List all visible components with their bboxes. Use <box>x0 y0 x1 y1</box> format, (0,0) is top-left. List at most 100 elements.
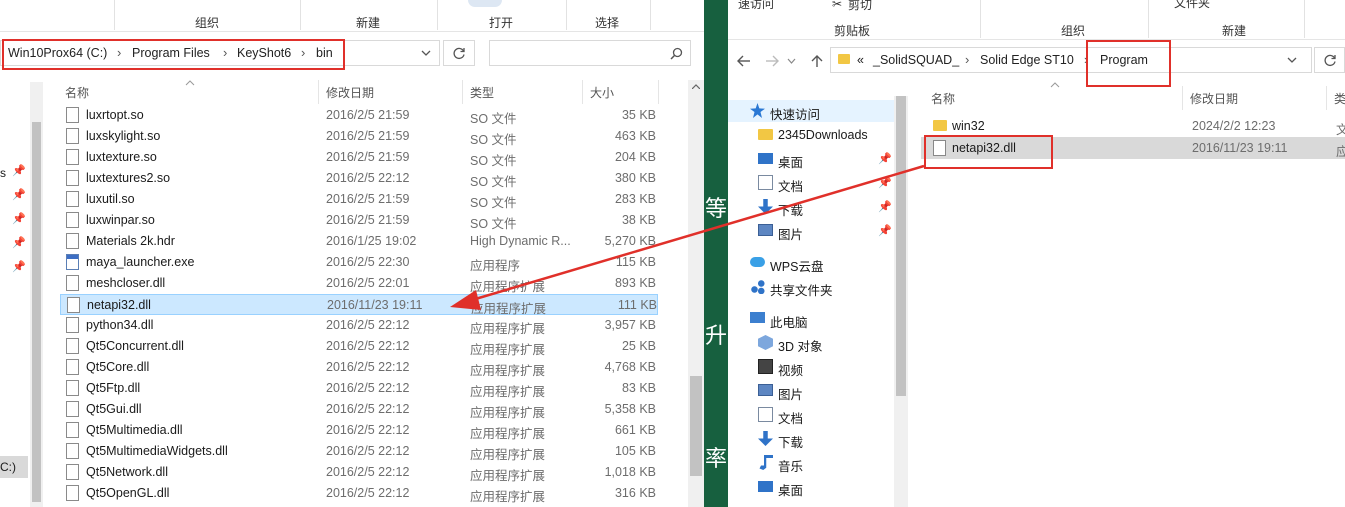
dll-file-icon <box>66 338 79 354</box>
column-size[interactable]: 大小 <box>590 84 614 101</box>
back-arrow-icon[interactable] <box>737 55 751 67</box>
scrollbar-thumb[interactable] <box>690 376 702 476</box>
file-size: 204 KB <box>614 150 656 164</box>
nav-item-drive[interactable]: C:) <box>0 456 28 478</box>
nav-item[interactable]: 文档 📌 <box>728 172 894 194</box>
quick-access-fragment[interactable]: 速访问 <box>738 0 774 12</box>
file-row[interactable]: Materials 2k.hdr 2016/1/25 19:02 High Dyna… <box>60 231 658 252</box>
file-row[interactable]: luxtextures2.so 2016/2/5 22:12 SO 文件 380 KB <box>60 168 658 189</box>
file-row[interactable]: Qt5Network.dll 2016/2/5 22:12 应用程序扩展 1,018 … <box>60 462 658 483</box>
history-dropdown-icon[interactable] <box>787 58 796 64</box>
nav-item[interactable]: 2345Downloads <box>728 124 894 146</box>
scroll-up-icon[interactable] <box>692 84 700 89</box>
ribbon-button-open[interactable]: 打开 <box>489 14 513 31</box>
file-row[interactable]: Qt5Gui.dll 2016/2/5 22:12 应用程序扩展 5,358 KB <box>60 399 658 420</box>
file-list-scrollbar[interactable] <box>688 80 704 507</box>
nav-scrollbar-thumb[interactable] <box>32 122 41 502</box>
pin-icon[interactable]: 📌 <box>878 152 892 165</box>
cut-button[interactable]: 剪切 <box>848 0 872 13</box>
nav-item[interactable]: 桌面 <box>728 476 894 498</box>
file-size: 115 KB <box>615 255 656 269</box>
document-icon <box>758 407 773 422</box>
file-type: 应用程序扩展 <box>470 406 546 420</box>
nav-item-label: 快速访问 <box>770 108 821 122</box>
refresh-button[interactable] <box>1314 47 1345 73</box>
column-divider[interactable] <box>582 80 583 104</box>
nav-item[interactable]: 图片 <box>728 380 894 402</box>
file-row[interactable]: Qt5Core.dll 2016/2/5 22:12 应用程序扩展 4,768 KB <box>60 357 658 378</box>
file-icon <box>66 191 79 207</box>
file-row[interactable]: Qt5MultimediaWidgets.dll 2016/2/5 22:12 应用… <box>60 441 658 462</box>
file-row[interactable]: luxwinpar.so 2016/2/5 21:59 SO 文件 38 KB <box>60 210 658 231</box>
column-name[interactable]: 名称 <box>931 90 955 107</box>
file-row[interactable]: luxskylight.so 2016/2/5 21:59 SO 文件 463 KB <box>60 126 658 147</box>
file-row[interactable]: Qt5OpenGL.dll 2016/2/5 22:12 应用程序扩展 316 KB <box>60 483 658 504</box>
dll-file-icon <box>66 275 79 291</box>
new-folder-fragment[interactable]: 文件夹 <box>1174 0 1210 11</box>
nav-scrollbar[interactable] <box>894 96 908 507</box>
chevron-down-icon[interactable] <box>1287 57 1297 64</box>
file-row[interactable]: maya_launcher.exe 2016/2/5 22:30 应用程序 115 K… <box>60 252 658 273</box>
scissors-icon[interactable]: ✂ <box>832 0 842 11</box>
file-name: Qt5MultimediaWidgets.dll <box>86 444 228 458</box>
pin-icon[interactable]: 📌 <box>12 236 26 249</box>
nav-item-label: 下载 <box>778 204 804 218</box>
nav-item[interactable]: 图片 📌 <box>728 220 894 242</box>
column-date[interactable]: 修改日期 <box>1190 90 1238 107</box>
breadcrumb-solid-edge[interactable]: Solid Edge ST10 <box>980 53 1074 67</box>
refresh-button[interactable] <box>443 40 475 66</box>
file-row[interactable]: Qt5Multimedia.dll 2016/2/5 22:12 应用程序扩展 661… <box>60 420 658 441</box>
column-divider[interactable] <box>318 80 319 104</box>
breadcrumb-overflow[interactable]: « <box>857 53 864 67</box>
nav-item[interactable]: WPS云盘 <box>728 252 894 274</box>
column-divider[interactable] <box>1326 86 1327 110</box>
pin-icon[interactable]: 📌 <box>12 164 26 177</box>
forward-arrow-icon[interactable] <box>765 55 779 67</box>
column-divider[interactable] <box>1182 86 1183 110</box>
file-row-selected[interactable]: netapi32.dll 2016/11/23 19:11 应用程序扩展 111 KB <box>60 294 658 316</box>
file-size: 380 KB <box>614 171 656 185</box>
file-row-folder[interactable]: win32 2024/2/2 12:23 文 <box>921 116 1345 137</box>
nav-item[interactable]: 视频 <box>728 356 894 378</box>
file-row[interactable]: python34.dll 2016/2/5 22:12 应用程序扩展 3,957 KB <box>60 315 658 336</box>
breadcrumb-solidsquad[interactable]: _SolidSQUAD_ <box>873 53 959 67</box>
pin-icon[interactable]: 📌 <box>878 200 892 213</box>
file-size: 5,270 KB <box>604 234 656 248</box>
nav-item[interactable]: 桌面 📌 <box>728 148 894 170</box>
up-arrow-icon[interactable] <box>811 54 823 68</box>
column-name[interactable]: 名称 <box>65 84 89 101</box>
nav-item[interactable]: 下载 📌 <box>728 196 894 218</box>
pin-icon[interactable]: 📌 <box>12 188 26 201</box>
pin-icon[interactable]: 📌 <box>12 260 26 273</box>
chevron-down-icon[interactable] <box>421 50 431 57</box>
nav-item[interactable]: 文档 <box>728 404 894 426</box>
column-type[interactable]: 类 <box>1334 90 1345 107</box>
file-icon <box>66 128 79 144</box>
column-date[interactable]: 修改日期 <box>326 84 374 101</box>
file-row[interactable]: luxutil.so 2016/2/5 21:59 SO 文件 283 KB <box>60 189 658 210</box>
nav-item[interactable]: 3D 对象 <box>728 332 894 354</box>
search-input[interactable] <box>489 40 691 66</box>
pin-icon[interactable]: 📌 <box>878 176 892 189</box>
file-row[interactable]: Qt5Ftp.dll 2016/2/5 22:12 应用程序扩展 83 KB <box>60 378 658 399</box>
file-row[interactable]: luxtexture.so 2016/2/5 21:59 SO 文件 204 KB <box>60 147 658 168</box>
ribbon-button-select[interactable]: 选择 <box>595 14 619 31</box>
pin-icon[interactable]: 📌 <box>878 224 892 237</box>
nav-item[interactable]: 快速访问 <box>728 100 894 122</box>
nav-item[interactable]: 音乐 <box>728 452 894 474</box>
file-row[interactable]: luxrtopt.so 2016/2/5 21:59 SO 文件 35 KB <box>60 105 658 126</box>
nav-scrollbar-thumb[interactable] <box>896 96 906 396</box>
nav-item[interactable]: 共享文件夹 <box>728 276 894 298</box>
file-row[interactable]: Qt5Concurrent.dll 2016/2/5 22:12 应用程序扩展 25 … <box>60 336 658 357</box>
address-bar[interactable]: « _SolidSQUAD_ › Solid Edge ST10 › Progr… <box>830 47 1312 73</box>
column-type[interactable]: 类型 <box>470 84 494 101</box>
nav-item[interactable]: 下载 <box>728 428 894 450</box>
file-row[interactable]: meshcloser.dll 2016/2/5 22:01 应用程序扩展 893 KB <box>60 273 658 294</box>
nav-item-drive-label: C:) <box>0 460 16 474</box>
nav-scrollbar[interactable] <box>30 82 43 507</box>
column-divider[interactable] <box>658 80 659 104</box>
column-divider[interactable] <box>462 80 463 104</box>
share-icon <box>750 279 765 294</box>
pin-icon[interactable]: 📌 <box>12 212 26 225</box>
nav-item[interactable]: 此电脑 <box>728 308 894 330</box>
